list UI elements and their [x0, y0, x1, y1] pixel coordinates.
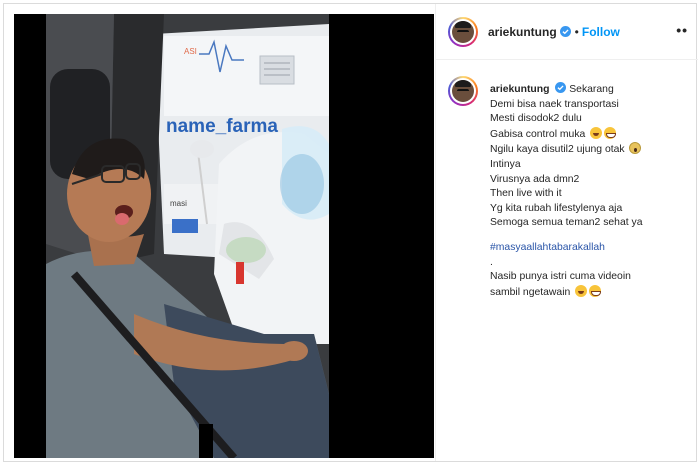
sign-small-text: masi — [170, 199, 187, 208]
caption-text-line: Demi bisa naek transportasi — [490, 98, 619, 110]
more-options-icon[interactable]: •• — [676, 22, 688, 38]
grinning-emoji-icon — [604, 126, 617, 139]
caption-text-line: Intinya — [490, 158, 521, 170]
sign-top-text: ASI — [184, 47, 197, 56]
verified-badge-icon — [555, 82, 567, 93]
follow-button[interactable]: Follow — [582, 25, 620, 39]
caption-username[interactable]: ariekuntung — [490, 84, 549, 95]
screaming-emoji-icon — [629, 142, 642, 155]
caption-line-emoji: Ngilu kaya disutil2 ujung otak — [490, 142, 690, 158]
caption-text-line: Nasib punya istri cuma videoin — [490, 271, 631, 283]
caption-line-emoji: Gabisa control muka — [490, 126, 690, 143]
avatar[interactable] — [448, 16, 478, 47]
caption-dot: . — [490, 256, 493, 268]
laughing-emoji-icon — [590, 126, 603, 139]
caption-text-line: Mesti disodok2 dulu — [490, 113, 582, 125]
post-video[interactable]: ASI name_farma masi — [14, 14, 434, 458]
laughing-emoji-icon — [575, 284, 588, 297]
instagram-post-embed: ASI name_farma masi ariekuntung • Follow… — [3, 3, 698, 462]
sign-main-text: name_farma — [166, 116, 278, 137]
caption-line-1: ariekuntung Sekarang — [490, 82, 690, 98]
caption-text-line: sambil ngetawain — [490, 286, 571, 298]
header-separator: • — [574, 24, 579, 39]
caption-text: ariekuntung Sekarang Demi bisa naek tran… — [490, 82, 690, 300]
caption-text-line: Semoga semua teman2 sehat ya — [490, 217, 643, 229]
post-side-panel: ariekuntung • Follow •• ariekuntung Seka… — [435, 4, 698, 461]
caption-text-line: Yg kita rubah lifestylenya aja — [490, 202, 623, 214]
hashtag-link[interactable]: #masyaallahtabarakallah — [490, 241, 690, 256]
grinning-emoji-icon — [589, 284, 602, 297]
verified-badge-icon — [559, 26, 571, 37]
video-frame-illustration: ASI name_farma masi — [14, 14, 434, 458]
caption-text-line: Gabisa control muka — [490, 128, 586, 140]
caption-text-line: Then live with it — [490, 188, 562, 200]
post-header: ariekuntung • Follow •• — [436, 4, 698, 60]
caption-text-line: Sekarang — [569, 84, 614, 95]
caption-text-line: Virusnya ada dmn2 — [490, 173, 580, 185]
caption-text-line: Ngilu kaya disutil2 ujung otak — [490, 144, 625, 156]
header-username[interactable]: ariekuntung — [488, 25, 557, 39]
caption-line-emoji: sambil ngetawain — [490, 284, 690, 301]
caption-avatar[interactable] — [448, 76, 478, 106]
